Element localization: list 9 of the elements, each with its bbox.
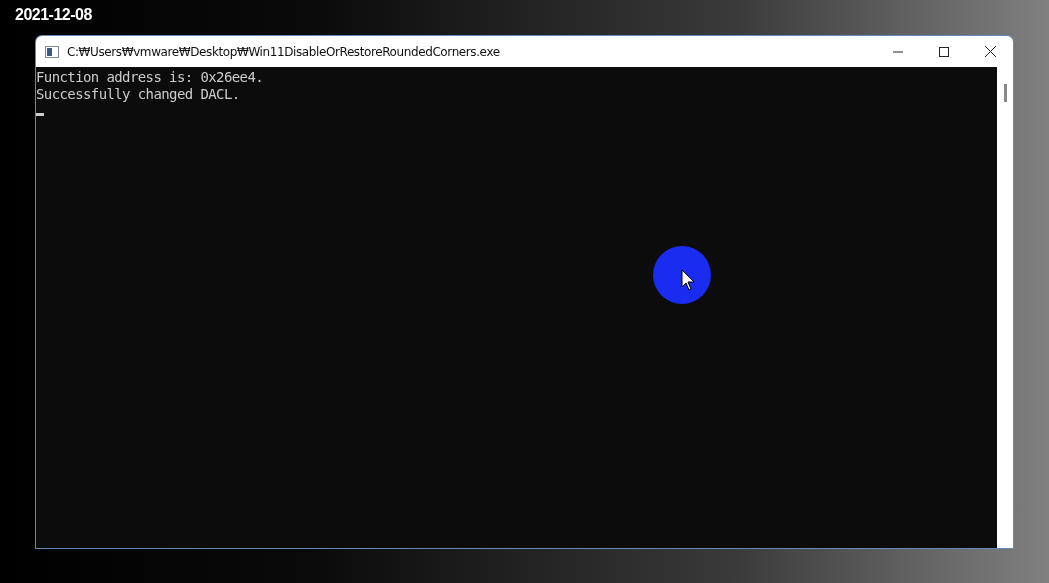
text-cursor <box>36 113 44 116</box>
close-icon <box>984 46 996 57</box>
console-app-icon <box>45 45 59 58</box>
console-line: Function address is: 0x26ee4. <box>36 69 264 86</box>
date-label: 2021-12-08 <box>15 6 92 24</box>
maximize-icon <box>939 46 949 57</box>
window-title: C:₩Users₩vmware₩Desktop₩Win11DisableOrRestoreRoundedCorners.exe <box>67 44 501 59</box>
cursor-highlight-icon <box>653 246 711 304</box>
console-line: Successfully changed DACL. <box>36 86 240 103</box>
